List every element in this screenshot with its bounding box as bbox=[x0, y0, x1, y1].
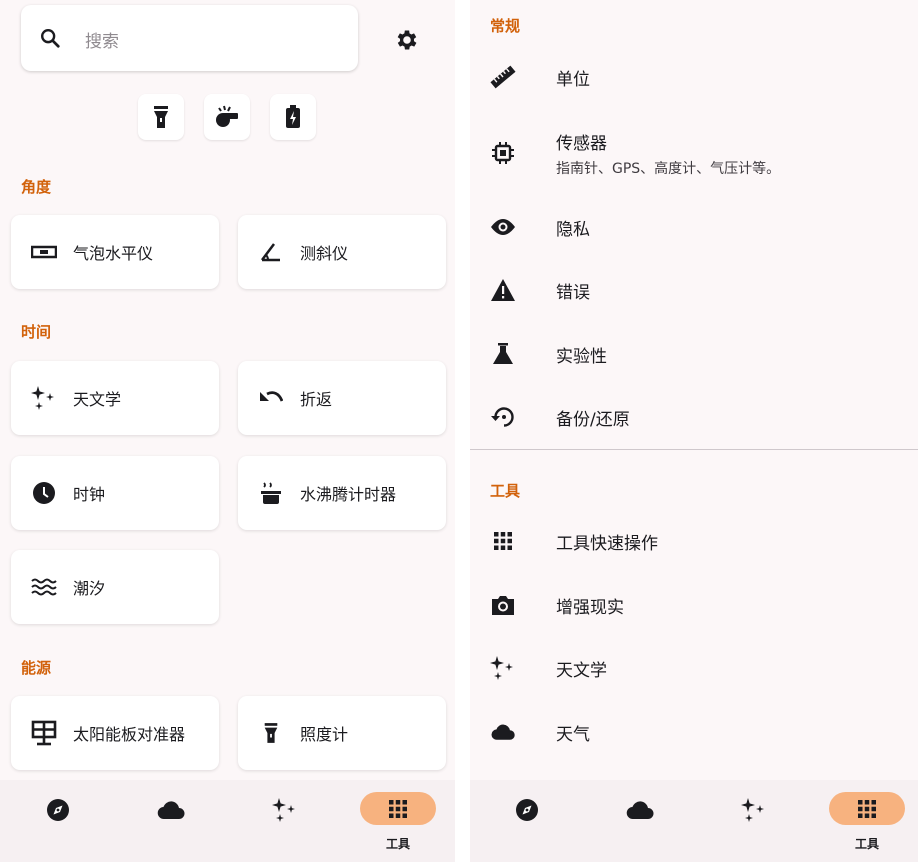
tool-label: 测斜仪 bbox=[300, 244, 349, 263]
settings-item-title: 增强现实 bbox=[556, 597, 624, 618]
waves-icon bbox=[31, 574, 57, 600]
tool-card-astronomy[interactable]: 天文学 bbox=[11, 361, 219, 435]
settings-item-title: 传感器 bbox=[556, 133, 607, 154]
tool-card-clock[interactable]: 时钟 bbox=[11, 456, 219, 530]
grid-icon bbox=[858, 799, 876, 818]
nav-item-weather[interactable] bbox=[600, 792, 680, 852]
tool-label: 时钟 bbox=[73, 485, 106, 504]
settings-item-sensors[interactable]: 传感器 指南针、GPS、高度计、气压计等。 bbox=[470, 122, 918, 184]
angle-icon bbox=[258, 239, 284, 265]
warning-icon bbox=[490, 277, 516, 303]
settings-item-tool-quick-actions[interactable]: 工具快速操作 bbox=[470, 514, 918, 568]
search-icon bbox=[41, 29, 60, 48]
camera-icon bbox=[490, 592, 516, 618]
nav-item-tools[interactable]: 工具 bbox=[358, 792, 438, 852]
tool-label: 水沸腾计时器 bbox=[300, 485, 397, 504]
settings-item-subtitle: 指南针、GPS、高度计、气压计等。 bbox=[556, 160, 781, 177]
flashlight-icon bbox=[154, 106, 168, 128]
section-title-power: 能源 bbox=[21, 659, 52, 677]
grid-icon bbox=[490, 528, 516, 554]
nav-item-astronomy[interactable] bbox=[245, 792, 325, 852]
tool-card-tides[interactable]: 潮汐 bbox=[11, 550, 219, 624]
search-bar[interactable]: 搜索 bbox=[21, 5, 358, 71]
settings-item-title: 实验性 bbox=[556, 346, 607, 367]
ruler-icon bbox=[490, 64, 516, 90]
tool-label: 天文学 bbox=[73, 390, 122, 409]
settings-item-title: 工具快速操作 bbox=[556, 533, 658, 554]
chip-icon bbox=[490, 140, 516, 166]
battery-charging-icon bbox=[286, 105, 300, 128]
settings-item-weather[interactable]: 天气 bbox=[470, 705, 918, 759]
clock-icon bbox=[31, 480, 57, 506]
tool-card-backtrack[interactable]: 折返 bbox=[238, 361, 446, 435]
flashlight-icon bbox=[258, 720, 284, 746]
tool-label: 折返 bbox=[300, 390, 333, 409]
tool-label: 太阳能板对准器 bbox=[73, 725, 186, 744]
tool-card-inclinometer[interactable]: 测斜仪 bbox=[238, 215, 446, 289]
tool-card-boil-timer[interactable]: 水沸腾计时器 bbox=[238, 456, 446, 530]
tool-card-solar-panel[interactable]: 太阳能板对准器 bbox=[11, 696, 219, 770]
whistle-icon bbox=[216, 105, 238, 127]
settings-item-augmented-reality[interactable]: 增强现实 bbox=[470, 578, 918, 632]
section-title-time: 时间 bbox=[21, 323, 52, 341]
section-title-angle: 角度 bbox=[21, 178, 52, 196]
tool-label: 照度计 bbox=[300, 725, 349, 744]
nav-label-tools: 工具 bbox=[385, 837, 410, 851]
boiling-pot-icon bbox=[258, 480, 284, 506]
settings-item-experimental[interactable]: 实验性 bbox=[470, 327, 918, 381]
tool-label: 气泡水平仪 bbox=[73, 244, 154, 263]
compass-icon bbox=[516, 799, 538, 821]
tool-card-bubble-level[interactable]: 气泡水平仪 bbox=[11, 215, 219, 289]
nav-item-navigation[interactable] bbox=[18, 792, 98, 852]
nav-item-navigation[interactable] bbox=[487, 792, 567, 852]
tool-label: 潮汐 bbox=[73, 579, 106, 598]
nav-item-weather[interactable] bbox=[131, 792, 211, 852]
cloud-icon bbox=[626, 801, 654, 820]
compass-icon bbox=[47, 799, 69, 821]
bottom-navigation: 工具 bbox=[470, 780, 918, 862]
grid-icon bbox=[389, 799, 407, 818]
section-title-general: 常规 bbox=[490, 17, 521, 35]
sparkle-icon bbox=[272, 798, 295, 822]
flask-icon bbox=[490, 341, 516, 367]
settings-item-title: 备份/还原 bbox=[556, 409, 630, 430]
cloud-icon bbox=[490, 719, 516, 745]
nav-item-tools[interactable]: 工具 bbox=[827, 792, 907, 852]
sparkle-icon bbox=[31, 385, 57, 411]
whistle-quick-button[interactable] bbox=[204, 94, 250, 140]
settings-item-backup-restore[interactable]: 备份/还原 bbox=[470, 390, 918, 444]
settings-item-title: 单位 bbox=[556, 69, 590, 90]
sparkle-icon bbox=[490, 655, 516, 681]
gear-icon[interactable] bbox=[394, 27, 420, 53]
section-divider bbox=[470, 449, 918, 450]
eye-icon bbox=[490, 214, 516, 240]
section-title-tools: 工具 bbox=[490, 482, 521, 500]
bottom-navigation: 工具 bbox=[0, 780, 455, 862]
battery-quick-button[interactable] bbox=[270, 94, 316, 140]
settings-item-title: 错误 bbox=[556, 282, 590, 303]
level-icon bbox=[31, 239, 57, 265]
flashlight-quick-button[interactable] bbox=[138, 94, 184, 140]
settings-item-errors[interactable]: 错误 bbox=[470, 263, 918, 317]
cloud-icon bbox=[157, 801, 185, 820]
search-placeholder: 搜索 bbox=[85, 32, 119, 52]
settings-item-title: 天气 bbox=[556, 724, 590, 745]
settings-item-astronomy[interactable]: 天文学 bbox=[470, 641, 918, 695]
settings-item-units[interactable]: 单位 bbox=[470, 50, 918, 104]
settings-item-title: 天文学 bbox=[556, 660, 607, 681]
tools-panel: 搜索 角度 气泡水平仪 测斜仪 时间 天文学 折返 时钟 水沸腾计时器 潮汐 能… bbox=[0, 0, 455, 862]
solar-panel-icon bbox=[31, 720, 57, 746]
nav-label-tools: 工具 bbox=[854, 837, 879, 851]
settings-panel: 常规 单位 传感器 指南针、GPS、高度计、气压计等。 隐私 错误 实验性 备份… bbox=[470, 0, 918, 862]
settings-item-title: 隐私 bbox=[556, 219, 590, 240]
tool-card-light-meter[interactable]: 照度计 bbox=[238, 696, 446, 770]
undo-icon bbox=[258, 385, 284, 411]
sparkle-icon bbox=[741, 798, 764, 822]
settings-item-privacy[interactable]: 隐私 bbox=[470, 200, 918, 254]
restore-icon bbox=[490, 404, 516, 430]
nav-item-astronomy[interactable] bbox=[714, 792, 794, 852]
